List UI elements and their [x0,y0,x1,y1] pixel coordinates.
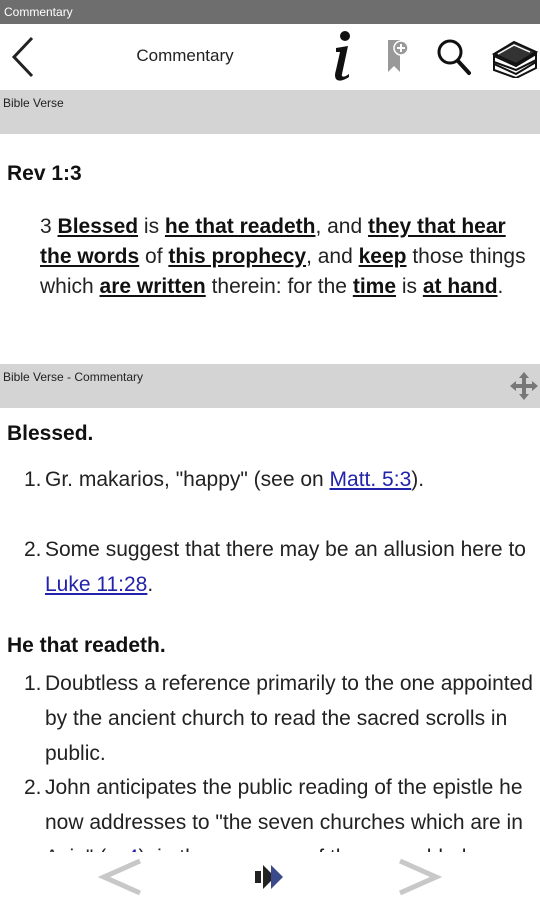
list-item: 1. Gr. makarios, "happy" (see on Matt. 5… [24,462,536,497]
verse-word-link[interactable]: they that hear [368,215,506,238]
verse-text-part: therein: for the [205,275,353,298]
list-item: 2. John anticipates the public reading o… [24,770,536,855]
bible-verse-header: Bible Verse [0,90,540,134]
bottom-nav-bar [0,852,540,900]
bookmark-add-icon[interactable] [384,38,410,74]
bible-books-icon[interactable] [490,34,538,78]
previous-arrow-icon[interactable] [98,858,144,896]
app-bar: Commentary [0,24,540,88]
verse-word-link[interactable]: keep [359,245,407,268]
move-arrows-icon[interactable] [510,372,538,400]
bible-verse-header-label: Bible Verse [3,96,64,110]
commentary-term-blessed: Blessed. [7,422,94,445]
list-item: 2. Some suggest that there may be an all… [24,532,536,596]
list-item-number: 2. [24,538,42,561]
commentary-header-label: Bible Verse - Commentary [3,370,144,384]
verse-segments: Blessed is he that readeth, and they tha… [40,215,526,298]
commentary-content: Blessed. 1. Gr. makarios, "happy" (see o… [0,410,540,855]
verse-text-part: , and [315,215,368,238]
list-item-text-part: Some suggest that there may be an allusi… [45,538,526,561]
commentary-term-readeth: He that readeth. [7,634,166,657]
verse-text-part: is [138,215,165,238]
commentary-header: Bible Verse - Commentary [0,364,540,408]
next-arrow-icon[interactable] [396,858,442,896]
verse-reference: Rev 1:3 [7,162,82,185]
page-title: Commentary [136,46,234,65]
list-item-number: 1. [24,672,42,695]
verse-word-link[interactable]: the words [40,245,139,268]
verse-text-part: , and [306,245,359,268]
list-item-text-part: . [147,573,154,596]
cross-reference-link[interactable]: Luke 11:28 [45,573,147,596]
verse-text: 3 Blessed is he that readeth, and they t… [40,212,535,302]
list-item-text: Doubtless a reference primarily to the o… [45,672,533,765]
next-verse-icon[interactable] [253,860,287,894]
verse-word-link[interactable]: this prophecy [168,245,306,268]
list-item-text-part: Gr. makarios, "happy" (see on [45,468,330,491]
list-item-number: 1. [24,468,42,491]
list-item-text: Gr. makarios, "happy" (see on Matt. 5:3)… [45,462,535,497]
list-item-text: Some suggest that there may be an allusi… [45,532,535,602]
list-item-text-part: John anticipates the public reading of t… [45,776,523,855]
info-icon[interactable] [330,30,356,82]
cross-reference-link[interactable]: Matt. 5:3 [330,468,412,491]
search-icon[interactable] [436,38,472,76]
status-bar-title: Commentary [4,5,73,19]
list-item-text-part: ). [411,468,425,491]
list-item: 1. Doubtless a reference primarily to th… [24,666,536,765]
list-item-number: 2. [24,776,42,799]
verse-word-link[interactable]: at hand [423,275,498,298]
verse-word-link[interactable]: he that readeth [165,215,316,238]
list-item-text: John anticipates the public reading of t… [45,770,535,855]
verse-text-part: . [497,275,504,298]
status-bar: Commentary [0,0,540,24]
verse-text-part: is [396,275,423,298]
verse-text-part: of [139,245,169,268]
verse-word-link[interactable]: Blessed [58,215,139,238]
verse-word-link[interactable]: time [353,275,396,298]
verse-number: 3 [40,215,52,238]
verse-word-link[interactable]: are written [100,275,206,298]
